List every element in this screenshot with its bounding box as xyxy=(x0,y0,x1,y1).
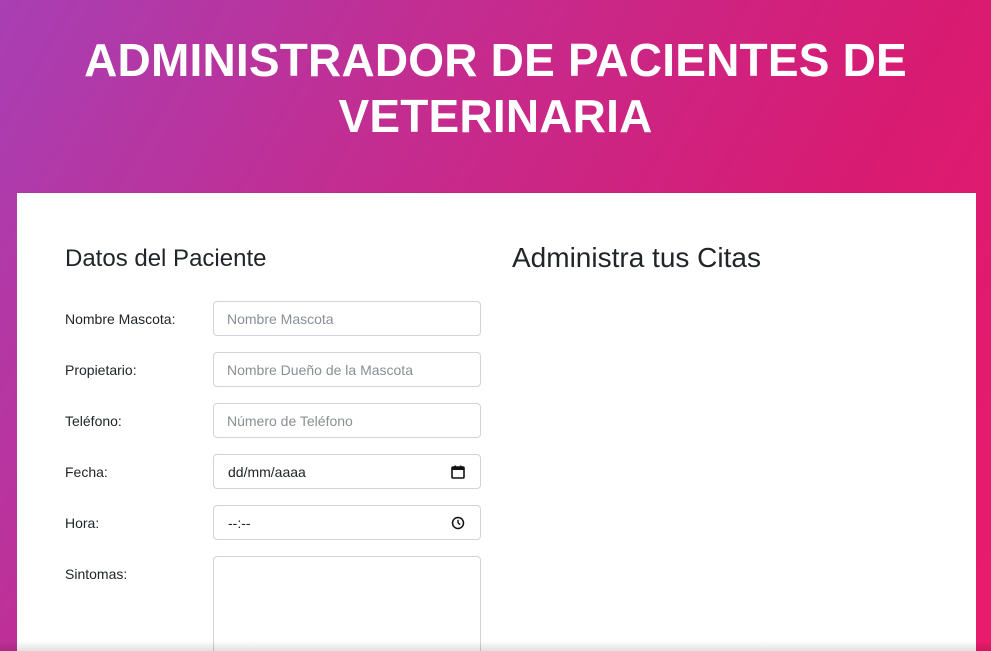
pet-name-label: Nombre Mascota: xyxy=(65,311,176,327)
owner-input[interactable] xyxy=(213,352,481,387)
owner-label: Propietario: xyxy=(65,362,137,378)
symptoms-textarea[interactable] xyxy=(213,556,481,651)
phone-input[interactable] xyxy=(213,403,481,438)
date-value: dd/mm/aaaa xyxy=(228,464,306,480)
page-title: ADMINISTRADOR DE PACIENTES DE VETERINARI… xyxy=(84,34,907,142)
pet-name-input[interactable] xyxy=(213,301,481,336)
time-label: Hora: xyxy=(65,515,100,531)
main-card: Datos del Paciente Nombre Mascota: Propi… xyxy=(17,193,976,651)
calendar-icon[interactable] xyxy=(450,464,466,480)
time-value: --:-- xyxy=(228,515,251,531)
date-input[interactable]: dd/mm/aaaa xyxy=(213,454,481,489)
time-input[interactable]: --:-- xyxy=(213,505,481,540)
appointments-title: Administra tus Citas xyxy=(512,242,761,273)
form-title: Datos del Paciente xyxy=(65,245,267,272)
date-label: Fecha: xyxy=(65,464,108,480)
page-header: ADMINISTRADOR DE PACIENTES DE VETERINARI… xyxy=(0,0,991,193)
symptoms-label: Sintomas: xyxy=(65,566,128,582)
clock-icon[interactable] xyxy=(450,515,466,531)
phone-label: Teléfono: xyxy=(65,413,122,429)
